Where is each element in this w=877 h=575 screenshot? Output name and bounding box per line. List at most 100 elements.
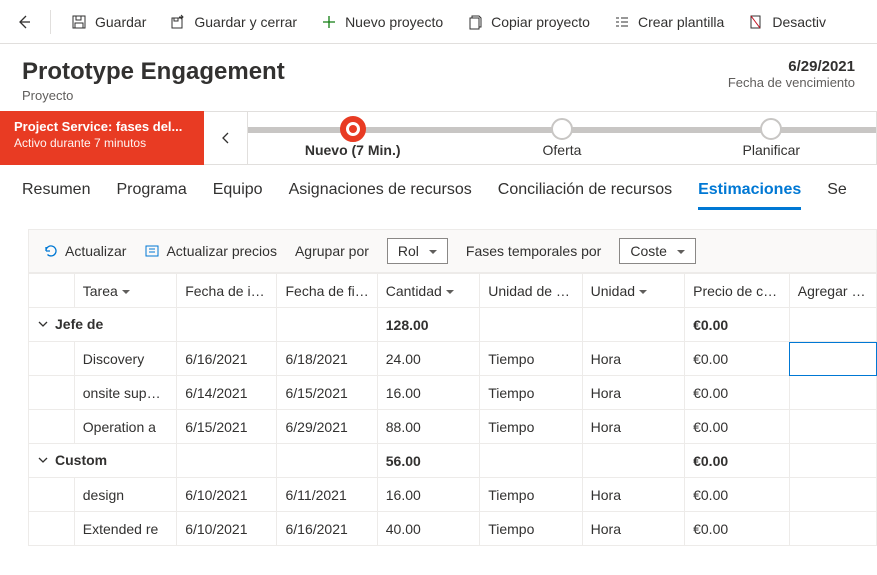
table-header-row: Tarea Fecha de inicio Fecha de finali Ca… — [29, 274, 877, 308]
cell-price[interactable]: €0.00 — [685, 410, 790, 444]
copy-project-button[interactable]: Copiar proyecto — [457, 4, 600, 40]
cell-add[interactable] — [789, 478, 876, 512]
deactivate-button[interactable]: Desactiv — [738, 4, 836, 40]
cell-add[interactable] — [789, 512, 876, 546]
cell-end[interactable]: 6/18/2021 — [277, 342, 377, 376]
group-by-select[interactable]: Rol — [387, 238, 448, 264]
stage-offer-label: Oferta — [543, 142, 582, 158]
cell-start[interactable]: 6/15/2021 — [177, 410, 277, 444]
col-expand-header — [29, 274, 75, 308]
cell-task[interactable]: Discovery — [74, 342, 176, 376]
process-title: Project Service: fases del... — [14, 119, 192, 136]
col-task-header[interactable]: Tarea — [74, 274, 176, 308]
cell-sales-unit[interactable]: Tiempo — [480, 512, 582, 546]
cell-task[interactable]: onsite support — [74, 376, 176, 410]
group-by-value: Rol — [398, 243, 419, 259]
col-end-header[interactable]: Fecha de finali — [277, 274, 377, 308]
table-row[interactable]: design6/10/20216/11/202116.00TiempoHora€… — [29, 478, 877, 512]
cell-end[interactable]: 6/11/2021 — [277, 478, 377, 512]
tab-more[interactable]: Se — [827, 181, 847, 210]
chevron-down-icon — [122, 283, 130, 299]
group-row[interactable]: Jefe de128.00€0.00 — [29, 308, 877, 342]
cell-add[interactable] — [789, 342, 876, 376]
stage-offer[interactable]: Oferta — [457, 112, 666, 164]
cell-unit[interactable]: Hora — [582, 478, 684, 512]
col-start-header[interactable]: Fecha de inicio — [177, 274, 277, 308]
cell-end[interactable]: 6/15/2021 — [277, 376, 377, 410]
time-phase-label: Fases temporales por — [466, 243, 601, 259]
cell-unit[interactable]: Hora — [582, 512, 684, 546]
cell-start[interactable]: 6/10/2021 — [177, 512, 277, 546]
group-expander[interactable]: Jefe de — [37, 316, 103, 332]
cell-sales-unit[interactable]: Tiempo — [480, 478, 582, 512]
table-row[interactable]: onsite support6/14/20216/15/202116.00Tie… — [29, 376, 877, 410]
table-row[interactable]: Operation a6/15/20216/29/202188.00Tiempo… — [29, 410, 877, 444]
chevron-down-icon — [37, 454, 49, 466]
cell-end[interactable]: 6/29/2021 — [277, 410, 377, 444]
cell-price[interactable]: €0.00 — [685, 342, 790, 376]
cell-quantity[interactable]: 40.00 — [377, 512, 479, 546]
stage-new[interactable]: Nuevo (7 Min.) — [248, 112, 457, 164]
chevron-down-icon — [446, 283, 454, 299]
cell-price[interactable]: €0.00 — [685, 376, 790, 410]
tab-schedule[interactable]: Programa — [116, 181, 186, 210]
stage-plan[interactable]: Planificar — [667, 112, 876, 164]
cell-quantity[interactable]: 16.00 — [377, 376, 479, 410]
cell-price[interactable]: €0.00 — [685, 478, 790, 512]
col-cost-price-header[interactable]: Precio de coste — [685, 274, 790, 308]
refresh-button[interactable]: Actualizar — [43, 243, 126, 259]
cell-task[interactable]: Extended re — [74, 512, 176, 546]
cell-unit[interactable]: Hora — [582, 410, 684, 444]
time-phase-select[interactable]: Coste — [619, 238, 696, 264]
update-prices-button[interactable]: Actualizar precios — [144, 243, 277, 259]
chevron-down-icon — [429, 243, 437, 259]
cell-price[interactable]: €0.00 — [685, 512, 790, 546]
save-close-button[interactable]: Guardar y cerrar — [160, 4, 307, 40]
group-expander[interactable]: Custom — [37, 452, 107, 468]
tab-summary[interactable]: Resumen — [22, 181, 90, 210]
col-sales-unit-header[interactable]: Unidad de ven — [480, 274, 582, 308]
cell-start[interactable]: 6/10/2021 — [177, 478, 277, 512]
col-add-header[interactable]: Agregar col — [789, 274, 876, 308]
create-template-button[interactable]: Crear plantilla — [604, 4, 734, 40]
new-project-button[interactable]: Nuevo proyecto — [311, 4, 453, 40]
back-button[interactable] — [8, 6, 40, 38]
group-quantity: 128.00 — [377, 308, 479, 342]
process-name-block[interactable]: Project Service: fases del... Activo dur… — [0, 111, 204, 165]
cell-add[interactable] — [789, 410, 876, 444]
table-row[interactable]: Discovery6/16/20216/18/202124.00TiempoHo… — [29, 342, 877, 376]
price-update-icon — [144, 243, 160, 259]
tab-assignments[interactable]: Asignaciones de recursos — [289, 181, 472, 210]
col-quantity-header[interactable]: Cantidad — [377, 274, 479, 308]
save-button[interactable]: Guardar — [61, 4, 156, 40]
cell-end[interactable]: 6/16/2021 — [277, 512, 377, 546]
group-row[interactable]: Custom56.00€0.00 — [29, 444, 877, 478]
chevron-down-icon — [677, 243, 685, 259]
cell-unit[interactable]: Hora — [582, 342, 684, 376]
tab-reconcile[interactable]: Conciliación de recursos — [498, 181, 672, 210]
cell-sales-unit[interactable]: Tiempo — [480, 342, 582, 376]
cell-sales-unit[interactable]: Tiempo — [480, 376, 582, 410]
cell-sales-unit[interactable]: Tiempo — [480, 410, 582, 444]
chevron-down-icon — [37, 318, 49, 330]
cell-quantity[interactable]: 88.00 — [377, 410, 479, 444]
process-collapse-button[interactable] — [204, 111, 248, 165]
cell-task[interactable]: Operation a — [74, 410, 176, 444]
due-date-value: 6/29/2021 — [728, 58, 855, 75]
cell-quantity[interactable]: 16.00 — [377, 478, 479, 512]
cell-start[interactable]: 6/14/2021 — [177, 376, 277, 410]
cell-add[interactable] — [789, 376, 876, 410]
tab-team[interactable]: Equipo — [213, 181, 263, 210]
table-row[interactable]: Extended re6/10/20216/16/202140.00Tiempo… — [29, 512, 877, 546]
col-unit-header[interactable]: Unidad — [582, 274, 684, 308]
tab-estimates[interactable]: Estimaciones — [698, 181, 801, 210]
copy-icon — [467, 14, 483, 30]
cell-start[interactable]: 6/16/2021 — [177, 342, 277, 376]
cell-quantity[interactable]: 24.00 — [377, 342, 479, 376]
stage-dot-icon — [760, 118, 782, 140]
stage-plan-label: Planificar — [743, 142, 801, 158]
group-quantity: 56.00 — [377, 444, 479, 478]
cell-unit[interactable]: Hora — [582, 376, 684, 410]
cell-task[interactable]: design — [74, 478, 176, 512]
deactivate-label: Desactiv — [772, 14, 826, 30]
